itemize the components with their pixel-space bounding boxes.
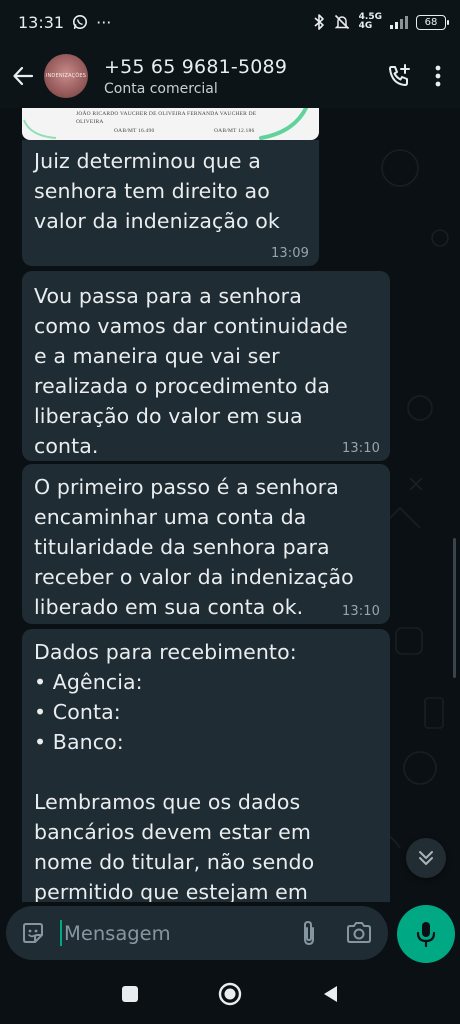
message-bubble-4[interactable]: Dados para recebimento: • Agência: • Con… [22,629,390,902]
network-sub-label: 4G [358,21,373,31]
recents-button[interactable] [80,969,180,1019]
message-input-bar [0,902,460,964]
scroll-to-bottom-button[interactable] [406,838,446,878]
document-image-preview[interactable]: JOÃO RICARDO VAUCHER DE OLIVEIRA FERNAND… [22,108,319,140]
avatar[interactable]: INDENIZAÇÕES [44,54,88,98]
square-recents-icon [122,986,138,1002]
message-bubble-1[interactable]: Juiz determinou que a senhora tem direit… [22,140,319,266]
camera-icon [347,922,371,943]
scrollbar-thumb[interactable] [453,538,456,678]
text-cursor [60,920,62,946]
more-notifications-icon: ··· [96,12,112,32]
contact-name: +55 65 9681-5089 [104,55,288,78]
back-button[interactable] [10,56,36,96]
add-call-button[interactable] [386,63,412,89]
doc-line-3: OAB/MT 16.490 [114,128,155,134]
message-bubble-3[interactable]: O primeiro passo é a senhora encaminhar … [22,464,390,624]
paperclip-icon [304,920,314,946]
chat-area[interactable]: JOÃO RICARDO VAUCHER DE OLIVEIRA FERNAND… [0,108,460,902]
camera-button[interactable] [342,916,376,950]
message-time: 13:09 [271,246,309,261]
status-right: 4.5G 4G 68 [313,13,449,31]
bluetooth-icon [313,13,325,31]
signal-icon [390,15,408,29]
message-text: O primeiro passo é a senhora encaminhar … [34,475,354,619]
triangle-back-icon [324,986,337,1002]
arrow-left-icon [13,66,34,86]
double-chevron-down-icon [419,851,433,865]
status-bar: 13:31 ··· 4.5G 4G 68 [0,0,460,44]
avatar-logo-text: INDENIZAÇÕES [45,73,87,79]
microphone-icon [416,922,436,948]
battery-level: 68 [424,16,438,28]
message-text: Vou passa para a senhora como vamos dar … [34,284,348,458]
whatsapp-notification-icon [72,14,88,30]
message-text: Juiz determinou que a senhora tem direit… [34,149,280,233]
more-vertical-icon [435,65,441,87]
back-nav-button[interactable] [280,969,380,1019]
battery-icon: 68 [416,14,449,30]
message-time: 13:10 [342,441,380,456]
sticker-icon [23,923,43,943]
sticker-button[interactable] [18,918,48,948]
doc-line-4: OAB/MT 12.186 [214,128,255,134]
circle-home-icon [218,982,242,1006]
system-nav-bar [0,964,460,1024]
message-input-pill [6,906,388,960]
message-input[interactable] [64,921,276,945]
network-type: 4.5G 4G [359,13,382,31]
more-options-button[interactable] [434,64,442,88]
message-time: 13:10 [342,604,380,619]
attach-button[interactable] [292,916,326,950]
contact-info[interactable]: +55 65 9681-5089 Conta comercial [104,56,287,97]
chat-header: INDENIZAÇÕES +55 65 9681-5089 Conta come… [0,44,460,108]
contact-subtitle: Conta comercial [104,80,218,97]
status-left: 13:31 ··· [18,13,111,32]
green-swirl-graphic [259,108,309,140]
mute-bell-icon [333,13,351,31]
voice-message-button[interactable] [397,905,455,963]
green-corner-graphic [23,119,57,139]
status-time: 13:31 [18,12,65,32]
header-actions [386,63,450,89]
doc-line-2: OLIVEIRA [76,119,104,125]
message-bubble-2[interactable]: Vou passa para a senhora como vamos dar … [22,271,390,461]
doc-line-1: JOÃO RICARDO VAUCHER DE OLIVEIRA FERNAND… [76,111,257,117]
phone-plus-icon [389,64,410,86]
message-text: Dados para recebimento: • Agência: • Con… [34,640,315,902]
home-button[interactable] [180,969,280,1019]
